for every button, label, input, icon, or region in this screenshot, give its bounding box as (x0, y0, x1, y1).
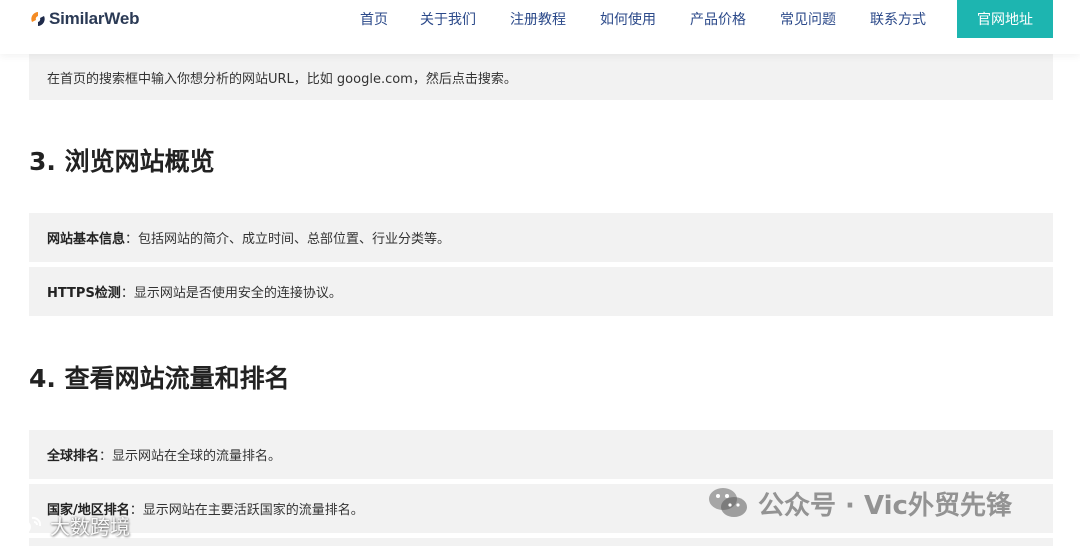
site-header: SimilarWeb 首页 关于我们 注册教程 如何使用 产品价格 常见问题 联… (0, 0, 1080, 54)
list-item: 全球排名 ：显示网站在全球的流量排名。 (29, 430, 1053, 479)
nav-pricing[interactable]: 产品价格 (690, 9, 746, 29)
list-item-label: 全球排名 (47, 449, 100, 464)
wechat-icon (709, 488, 747, 517)
watermark-wechat-text: 公众号 · Vic外贸先锋 (758, 490, 1012, 521)
list-item-text: ：显示网站是否使用安全的连接协议。 (120, 286, 342, 301)
watermark-weibo: 大数跨境 (8, 512, 130, 539)
list-item: 网站基本信息 ：包括网站的简介、成立时间、总部位置、行业分类等。 (29, 213, 1053, 262)
list-item-text: ：显示网站在主要活跃国家的流量排名。 (129, 503, 364, 518)
list-item-text: ：显示网站在全球的流量排名。 (99, 449, 282, 464)
nav-home[interactable]: 首页 (360, 9, 388, 29)
nav-how-to-use[interactable]: 如何使用 (600, 9, 656, 29)
nav-register-tutorial[interactable]: 注册教程 (510, 9, 566, 29)
logo-text: SimilarWeb (49, 9, 140, 28)
tip-text: 在首页的搜索框中输入你想分析的网站URL，比如 google.com，然后点击搜… (47, 71, 517, 87)
nav-faq[interactable]: 常见问题 (780, 9, 836, 29)
official-site-button[interactable]: 官网地址 (957, 0, 1053, 38)
list-item-label: HTTPS检测 (47, 286, 121, 301)
weibo-icon (9, 516, 42, 535)
watermark-weibo-text: 大数跨境 (50, 514, 130, 539)
watermark-wechat: 公众号 · Vic外贸先锋 (708, 486, 1012, 521)
section-3-heading: 3. 浏览网站概览 (29, 147, 215, 176)
list-item-text: ：包括网站的简介、成立时间、总部位置、行业分类等。 (125, 232, 451, 247)
similarweb-logo-icon (31, 12, 45, 26)
nav-about[interactable]: 关于我们 (420, 9, 476, 29)
list-item: HTTPS检测 ：显示网站是否使用安全的连接协议。 (29, 267, 1053, 316)
tip-box: 在首页的搜索框中输入你想分析的网站URL，比如 google.com，然后点击搜… (29, 54, 1053, 100)
list-item-label: 网站基本信息 (47, 232, 126, 247)
site-logo[interactable]: SimilarWeb (30, 8, 139, 30)
nav-contact[interactable]: 联系方式 (870, 9, 926, 29)
section-4-heading: 4. 查看网站流量和排名 (29, 364, 290, 393)
list-item (29, 538, 1053, 546)
